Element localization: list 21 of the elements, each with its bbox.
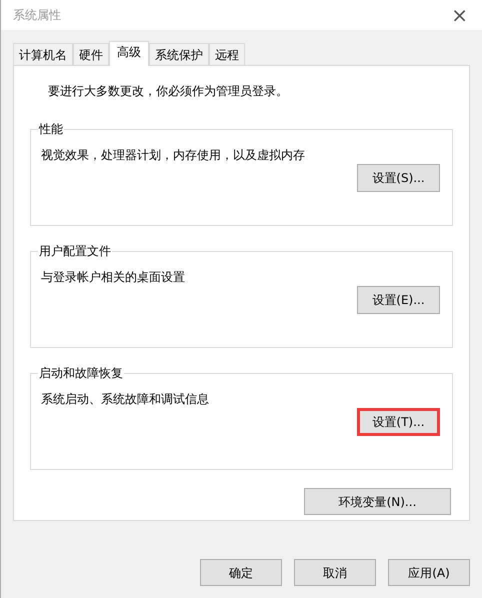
dialog-button[interactable]: 取消 [294, 559, 376, 586]
settings-button[interactable]: 设置(E)... [357, 286, 440, 314]
tab[interactable]: 高级 [109, 41, 149, 66]
group-title: 启动和故障恢复 [38, 365, 124, 382]
dialog-button[interactable]: 确定 [200, 559, 282, 586]
window-title: 系统属性 [13, 7, 61, 24]
notice-text: 要进行大多数更改，你必须作为管理员登录。 [48, 83, 289, 100]
tab[interactable]: 远程 [209, 43, 245, 65]
environment-variables-button[interactable]: 环境变量(N)... [304, 488, 451, 515]
group-description: 视觉效果，处理器计划，内存使用，以及虚拟内存 [41, 147, 306, 164]
group-description: 系统启动、系统故障和调试信息 [41, 391, 210, 408]
tab[interactable]: 硬件 [73, 43, 109, 65]
settings-button[interactable]: 设置(S)... [357, 164, 440, 192]
tab[interactable]: 计算机名 [13, 43, 73, 65]
close-button[interactable]: × [447, 5, 472, 25]
group-title: 用户配置文件 [38, 243, 112, 260]
tab[interactable]: 系统保护 [149, 43, 209, 65]
settings-button[interactable]: 设置(T)... [357, 408, 440, 436]
dialog-button[interactable]: 应用(A) [388, 559, 470, 586]
group-title: 性能 [38, 121, 64, 138]
group-description: 与登录帐户相关的桌面设置 [41, 269, 186, 286]
